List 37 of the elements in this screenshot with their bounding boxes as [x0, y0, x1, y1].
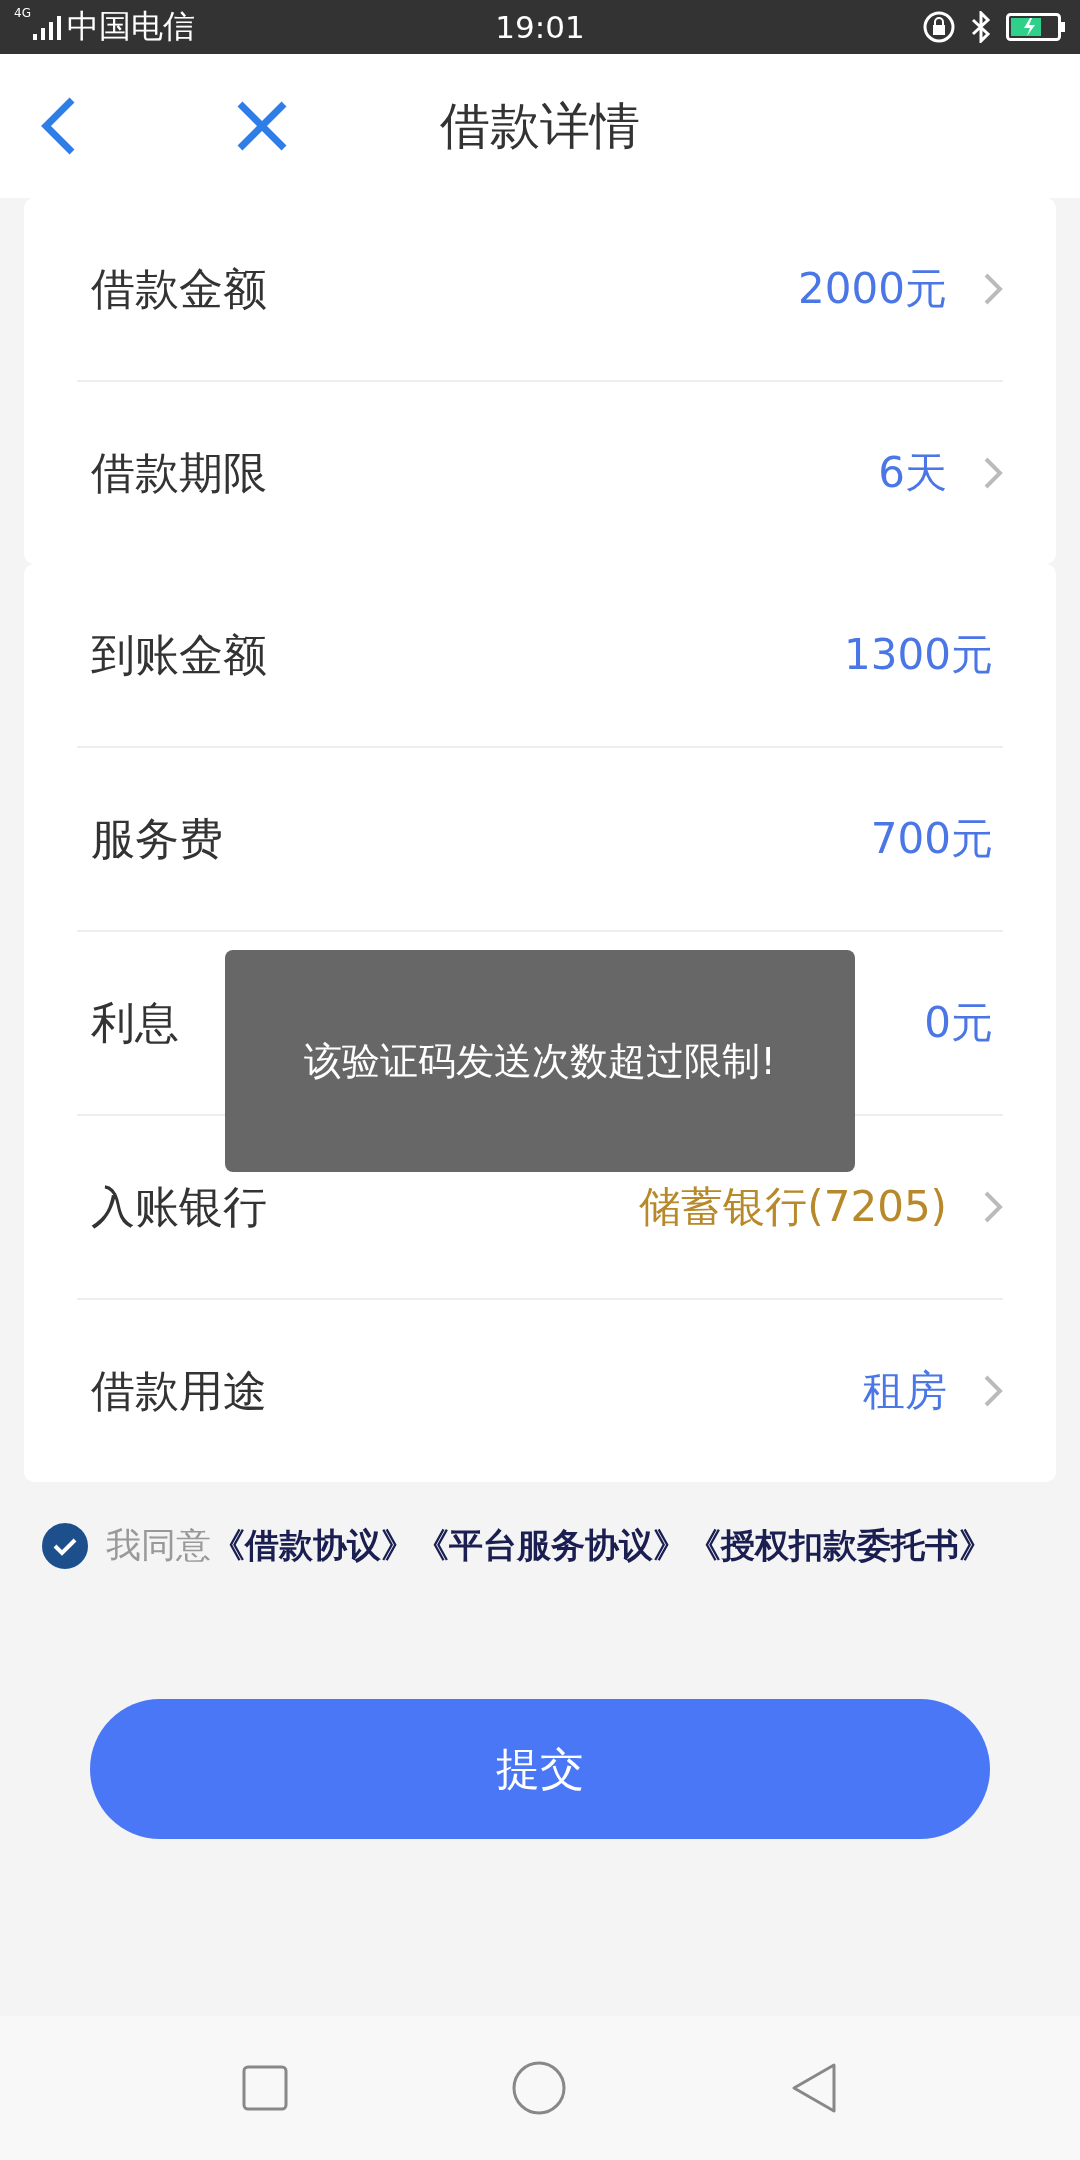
chevron-icon[interactable]: [983, 1190, 1003, 1224]
back-nav-icon[interactable]: [790, 2062, 838, 2114]
row-label: 入账银行: [91, 1179, 267, 1234]
row-value: 0元: [924, 997, 993, 1049]
row-value: 1300元: [844, 629, 993, 681]
row-label: 到账金额: [91, 627, 267, 682]
battery-icon: [1006, 13, 1066, 41]
row-value[interactable]: 2000元: [798, 261, 947, 317]
row-label: 借款期限: [91, 445, 267, 500]
network-label: 4G: [14, 6, 31, 20]
bluetooth-icon: [970, 11, 992, 43]
chevron-icon[interactable]: [983, 272, 1003, 306]
chevron-icon[interactable]: [983, 456, 1003, 490]
row-label: 服务费: [91, 811, 223, 866]
agreement-link[interactable]: 《授权扣款委托书》: [687, 1522, 993, 1569]
row-label: 利息: [91, 995, 179, 1050]
row-label: 借款用途: [91, 1363, 267, 1418]
home-icon[interactable]: [512, 2061, 566, 2115]
submit-button[interactable]: 提交: [90, 1699, 990, 1839]
agreement-label: 我同意: [106, 1524, 211, 1567]
row-label: 借款金额: [91, 261, 267, 316]
clock: 19:01: [494, 9, 586, 45]
row-value: 700元: [870, 813, 993, 865]
error-toast: 该验证码发送次数超过限制!: [225, 950, 855, 1172]
chevron-icon[interactable]: [983, 1374, 1003, 1408]
recents-icon[interactable]: [242, 2065, 288, 2111]
carrier-name: 中国电信: [66, 6, 195, 47]
agreement-link[interactable]: 《平台服务协议》: [415, 1522, 687, 1569]
row-value[interactable]: 6天: [878, 445, 947, 501]
agreement-link[interactable]: 《借款协议》: [211, 1522, 415, 1569]
signal-icon: [32, 14, 63, 40]
row-value[interactable]: 储蓄银行(7205): [639, 1179, 947, 1235]
page-title: 借款详情: [439, 95, 641, 157]
row-value[interactable]: 租房: [863, 1363, 947, 1419]
checkbox[interactable]: [42, 1522, 88, 1569]
rotation-lock-icon: [922, 10, 956, 44]
close-icon[interactable]: [236, 100, 288, 152]
